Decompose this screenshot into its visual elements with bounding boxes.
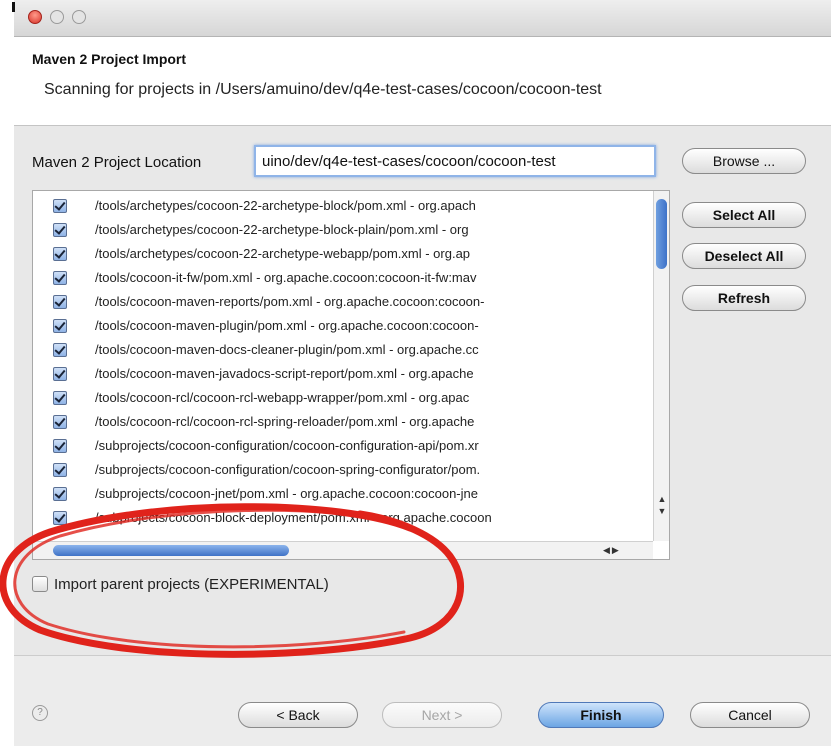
horizontal-scroll-thumb[interactable] (53, 545, 289, 556)
horizontal-scrollbar[interactable]: ◀▶ (33, 541, 653, 559)
project-path-label: /tools/archetypes/cocoon-22-archetype-bl… (95, 198, 476, 213)
project-checkbox[interactable] (53, 487, 67, 501)
project-checkbox[interactable] (53, 199, 67, 213)
minimize-window-button[interactable] (50, 10, 64, 24)
project-path-label: /tools/cocoon-it-fw/pom.xml - org.apache… (95, 270, 477, 285)
project-path-label: /tools/cocoon-rcl/cocoon-rcl-webapp-wrap… (95, 390, 470, 405)
project-row[interactable]: /tools/archetypes/cocoon-22-archetype-we… (33, 245, 653, 265)
project-path-label: /tools/cocoon-rcl/cocoon-rcl-spring-relo… (95, 414, 475, 429)
next-button: Next > (382, 702, 502, 728)
deselect-all-button[interactable]: Deselect All (682, 243, 806, 269)
project-path-label: /tools/archetypes/cocoon-22-archetype-bl… (95, 222, 469, 237)
project-location-label: Maven 2 Project Location (32, 154, 202, 171)
project-checkbox[interactable] (53, 295, 67, 309)
project-row[interactable]: /tools/cocoon-maven-javadocs-script-repo… (33, 365, 653, 385)
browse-button[interactable]: Browse ... (682, 148, 806, 174)
project-location-input[interactable] (254, 145, 656, 177)
project-path-label: /tools/cocoon-maven-plugin/pom.xml - org… (95, 318, 479, 333)
project-path-label: /subprojects/cocoon-configuration/cocoon… (95, 462, 481, 477)
project-checkbox[interactable] (53, 247, 67, 261)
help-icon[interactable]: ? (32, 705, 48, 721)
project-row[interactable]: /subprojects/cocoon-configuration/cocoon… (33, 437, 653, 457)
project-row[interactable]: /tools/cocoon-it-fw/pom.xml - org.apache… (33, 269, 653, 289)
project-row[interactable]: /tools/cocoon-rcl/cocoon-rcl-spring-relo… (33, 413, 653, 433)
dialog-title: Maven 2 Project Import (32, 51, 187, 67)
finish-button[interactable]: Finish (538, 702, 664, 728)
zoom-window-button[interactable] (72, 10, 86, 24)
project-checkbox[interactable] (53, 223, 67, 237)
project-path-label: /tools/archetypes/cocoon-22-archetype-we… (95, 246, 471, 261)
dialog-header: Maven 2 Project Import Scanning for proj… (14, 37, 831, 126)
project-row[interactable]: /tools/archetypes/cocoon-22-archetype-bl… (33, 221, 653, 241)
project-checkbox[interactable] (53, 343, 67, 357)
project-path-label: /tools/cocoon-maven-javadocs-script-repo… (95, 366, 474, 381)
project-row[interactable]: /tools/archetypes/cocoon-22-archetype-bl… (33, 197, 653, 217)
project-checkbox[interactable] (53, 511, 67, 525)
title-bar[interactable] (14, 0, 831, 37)
project-list[interactable]: /tools/archetypes/cocoon-22-archetype-bl… (32, 190, 670, 560)
import-parent-label[interactable]: Import parent projects (EXPERIMENTAL) (54, 576, 329, 593)
dialog-footer (14, 655, 831, 746)
project-row[interactable]: /subprojects/cocoon-block-deployment/pom… (33, 509, 653, 529)
back-button[interactable]: < Back (238, 702, 358, 728)
scan-status-message: Scanning for projects in /Users/amuino/d… (44, 81, 602, 98)
project-row[interactable]: /tools/cocoon-maven-docs-cleaner-plugin/… (33, 341, 653, 361)
project-checkbox[interactable] (53, 463, 67, 477)
project-checkbox[interactable] (53, 415, 67, 429)
import-parent-checkbox[interactable] (32, 576, 48, 592)
cancel-button[interactable]: Cancel (690, 702, 810, 728)
window-corner-mark (12, 2, 15, 12)
vertical-scroll-arrows[interactable]: ▲ ▼ (654, 493, 669, 523)
project-path-label: /subprojects/cocoon-configuration/cocoon… (95, 438, 479, 453)
project-checkbox[interactable] (53, 391, 67, 405)
project-row[interactable]: /subprojects/cocoon-jnet/pom.xml - org.a… (33, 485, 653, 505)
project-path-label: /tools/cocoon-maven-docs-cleaner-plugin/… (95, 342, 479, 357)
project-path-label: /tools/cocoon-maven-reports/pom.xml - or… (95, 294, 485, 309)
vertical-scrollbar[interactable]: ▲ ▼ (653, 191, 669, 541)
project-checkbox[interactable] (53, 439, 67, 453)
project-checkbox[interactable] (53, 367, 67, 381)
project-path-label: /subprojects/cocoon-block-deployment/pom… (95, 510, 492, 525)
project-path-label: /subprojects/cocoon-jnet/pom.xml - org.a… (95, 486, 478, 501)
horizontal-scroll-arrows[interactable]: ◀▶ (603, 545, 637, 557)
project-row[interactable]: /tools/cocoon-rcl/cocoon-rcl-webapp-wrap… (33, 389, 653, 409)
project-row[interactable]: /tools/cocoon-maven-plugin/pom.xml - org… (33, 317, 653, 337)
project-checkbox[interactable] (53, 319, 67, 333)
project-row[interactable]: /subprojects/cocoon-configuration/cocoon… (33, 461, 653, 481)
select-all-button[interactable]: Select All (682, 202, 806, 228)
vertical-scroll-thumb[interactable] (656, 199, 667, 269)
import-dialog-window: Maven 2 Project Import Scanning for proj… (14, 0, 831, 746)
project-checkbox[interactable] (53, 271, 67, 285)
close-window-button[interactable] (28, 10, 42, 24)
project-row[interactable]: /tools/cocoon-maven-reports/pom.xml - or… (33, 293, 653, 313)
refresh-button[interactable]: Refresh (682, 285, 806, 311)
